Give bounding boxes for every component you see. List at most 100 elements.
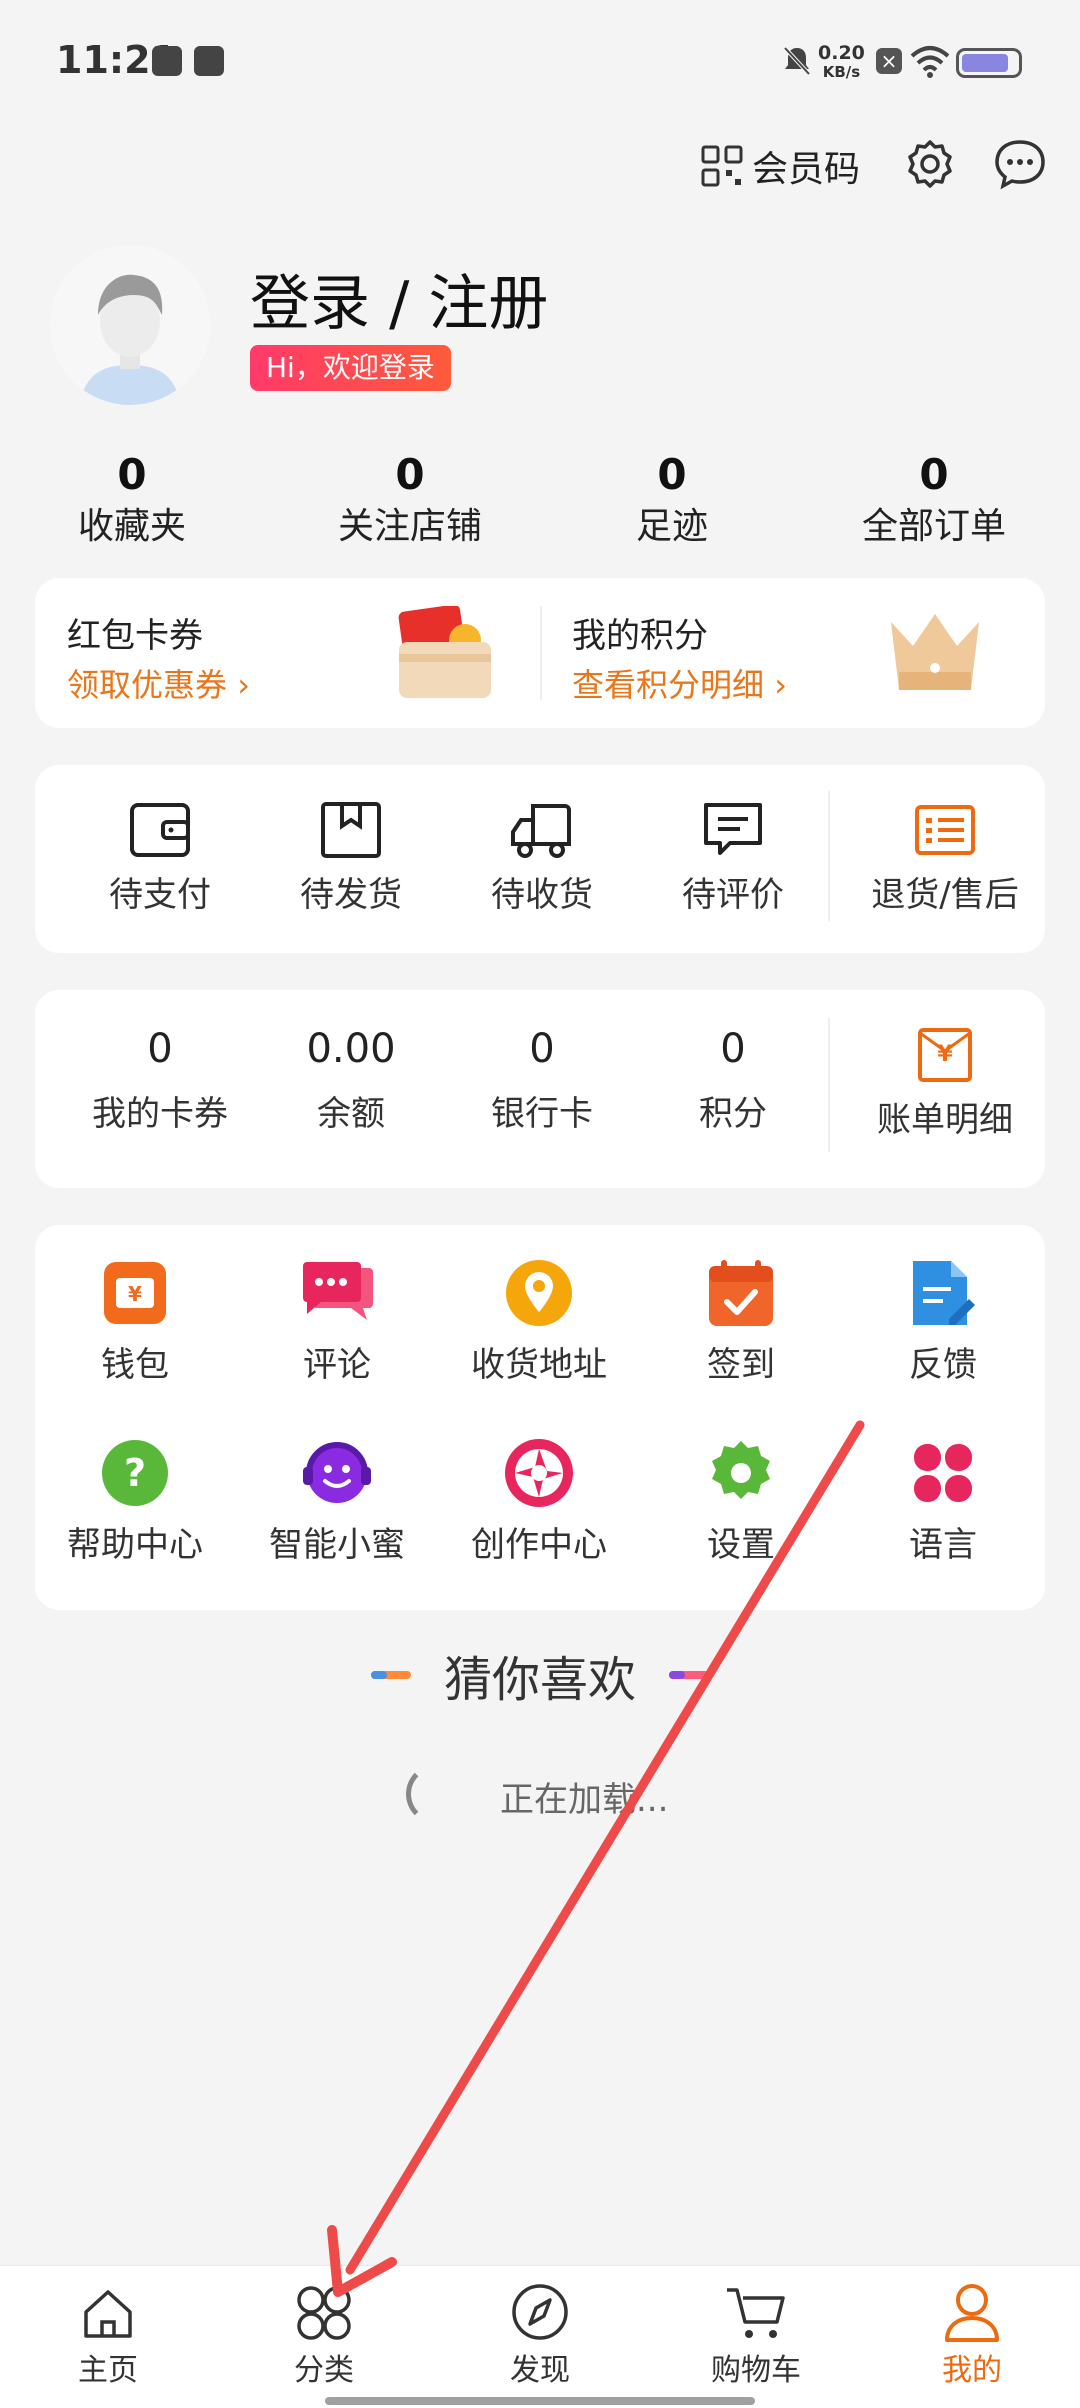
wallet-icon xyxy=(130,803,190,857)
loading-indicator: 正在加载... xyxy=(400,1760,800,1830)
tool-creator-center[interactable]: 创作中心 xyxy=(439,1433,639,1575)
tool-language[interactable]: 语言 xyxy=(843,1433,1043,1575)
tool-checkin[interactable]: 签到 xyxy=(641,1253,841,1395)
asset-label: 银行卡 xyxy=(491,1094,593,1134)
bill-details-button[interactable]: ¥ 账单明细 xyxy=(845,1020,1045,1150)
asset-balance[interactable]: 0.00 余额 xyxy=(256,1014,446,1144)
coupon-link-text: 领取优惠券 xyxy=(67,666,228,704)
tab-label: 主页 xyxy=(78,2353,138,2388)
points-link-text: 查看积分明细 xyxy=(572,666,765,704)
status-bar: 11:21 0.20 KB/s × xyxy=(0,0,1080,120)
stat-followed-stores[interactable]: 0 关注店铺 xyxy=(300,450,520,554)
svg-text:¥: ¥ xyxy=(128,1282,142,1306)
order-label: 待评价 xyxy=(682,875,784,915)
welcome-badge: Hi，欢迎登录 xyxy=(250,345,451,391)
settings-gear-icon[interactable] xyxy=(902,136,958,192)
bottom-nav: 主页 分类 发现 购物车 我的 xyxy=(0,2265,1080,2408)
chevron-right-icon: › xyxy=(774,666,787,704)
tool-settings[interactable]: 设置 xyxy=(641,1433,841,1575)
mute-bell-icon xyxy=(783,46,811,76)
help-icon: ? xyxy=(102,1440,168,1506)
asset-value: 0.00 xyxy=(306,1026,396,1072)
title-decoration-icon xyxy=(669,1671,710,1679)
feedback-doc-icon xyxy=(913,1261,975,1325)
recommend-section-header: 猜你喜欢 xyxy=(0,1640,1080,1710)
truck-icon xyxy=(511,804,571,858)
asset-value: 0 xyxy=(720,1026,746,1072)
tab-profile[interactable]: 我的 xyxy=(864,2266,1080,2408)
order-pending-shipment[interactable]: 待发货 xyxy=(256,795,446,925)
login-register-link[interactable]: 登录 / 注册 xyxy=(250,255,548,342)
notification-icon xyxy=(152,46,182,76)
stat-footprints[interactable]: 0 足迹 xyxy=(562,450,782,554)
mail-icon xyxy=(194,46,224,76)
recommend-title: 猜你喜欢 xyxy=(443,1652,636,1708)
coupon-section[interactable]: 红包卡券 领取优惠券 › xyxy=(35,578,540,728)
stat-favorites[interactable]: 0 收藏夹 xyxy=(22,450,242,554)
crown-icon xyxy=(891,614,979,690)
tool-label: 签到 xyxy=(707,1345,775,1385)
tab-discover[interactable]: 发现 xyxy=(432,2266,648,2408)
orders-card: 待支付 待发货 待收货 待评价 退货/售后 xyxy=(35,765,1045,953)
asset-label: 余额 xyxy=(317,1094,385,1134)
loading-text: 正在加载... xyxy=(500,1780,669,1820)
stats-row: 0 收藏夹 0 关注店铺 0 足迹 0 全部订单 xyxy=(0,450,1080,560)
avatar[interactable] xyxy=(50,245,210,405)
bill-envelope-icon: ¥ xyxy=(918,1028,972,1082)
user-icon xyxy=(945,2284,999,2342)
tool-label: 反馈 xyxy=(909,1345,977,1385)
calendar-check-icon xyxy=(709,1260,773,1326)
default-avatar-icon xyxy=(50,245,210,405)
qr-code-icon xyxy=(701,145,743,187)
tool-label: 收货地址 xyxy=(471,1345,607,1385)
net-speed: 0.20 KB/s xyxy=(818,44,865,82)
tool-assistant[interactable]: 智能小蜜 xyxy=(237,1433,437,1575)
stat-label: 收藏夹 xyxy=(77,506,186,547)
points-title: 我的积分 xyxy=(572,616,708,656)
tool-wallet[interactable]: ¥ 钱包 xyxy=(35,1253,235,1395)
member-code-button[interactable]: 会员码 xyxy=(700,140,860,192)
stat-value: 0 xyxy=(395,450,425,499)
net-speed-value: 0.20 xyxy=(818,42,865,64)
tool-label: 设置 xyxy=(707,1525,775,1565)
order-pending-review[interactable]: 待评价 xyxy=(638,795,828,925)
asset-coupons[interactable]: 0 我的卡券 xyxy=(65,1014,255,1144)
tool-help-center[interactable]: ? 帮助中心 xyxy=(35,1433,235,1575)
tool-comments[interactable]: 评论 xyxy=(237,1253,437,1395)
assets-card: 0 我的卡券 0.00 余额 0 银行卡 0 积分 ¥ 账单明细 xyxy=(35,990,1045,1188)
message-icon[interactable] xyxy=(992,136,1048,192)
compass-icon xyxy=(512,2284,568,2340)
tab-category[interactable]: 分类 xyxy=(216,2266,432,2408)
box-icon xyxy=(321,802,381,858)
stat-all-orders[interactable]: 0 全部订单 xyxy=(824,450,1044,554)
return-list-icon xyxy=(915,805,975,855)
order-label: 待收货 xyxy=(491,875,593,915)
asset-points[interactable]: 0 积分 xyxy=(638,1014,828,1144)
asset-value: 0 xyxy=(529,1026,555,1072)
home-indicator[interactable] xyxy=(325,2397,755,2405)
wifi-icon xyxy=(910,46,950,78)
category-icon xyxy=(297,2286,351,2340)
svg-text:¥: ¥ xyxy=(937,1042,953,1067)
asset-bank-cards[interactable]: 0 银行卡 xyxy=(447,1014,637,1144)
comment-icon xyxy=(704,803,762,855)
order-returns[interactable]: 退货/售后 xyxy=(845,795,1045,925)
tab-home[interactable]: 主页 xyxy=(0,2266,216,2408)
order-label: 待支付 xyxy=(109,875,211,915)
coupon-points-card: 红包卡券 领取优惠券 › 我的积分 查看积分明细 › xyxy=(35,578,1045,728)
tool-feedback[interactable]: 反馈 xyxy=(843,1253,1043,1395)
order-label: 退货/售后 xyxy=(871,875,1019,915)
wallet-icon: ¥ xyxy=(104,1262,166,1324)
points-section[interactable]: 我的积分 查看积分明细 › xyxy=(540,578,1045,728)
tool-address[interactable]: 收货地址 xyxy=(439,1253,639,1395)
title-decoration-icon xyxy=(370,1671,411,1679)
coupon-title: 红包卡券 xyxy=(67,616,203,656)
divider xyxy=(828,1018,830,1152)
coupon-link[interactable]: 领取优惠券 › xyxy=(67,660,250,706)
points-link[interactable]: 查看积分明细 › xyxy=(572,660,787,706)
bill-label: 账单明细 xyxy=(877,1100,1013,1140)
tab-cart[interactable]: 购物车 xyxy=(648,2266,864,2408)
tab-label: 发现 xyxy=(510,2353,570,2388)
order-pending-receipt[interactable]: 待收货 xyxy=(447,795,637,925)
order-pending-payment[interactable]: 待支付 xyxy=(65,795,255,925)
